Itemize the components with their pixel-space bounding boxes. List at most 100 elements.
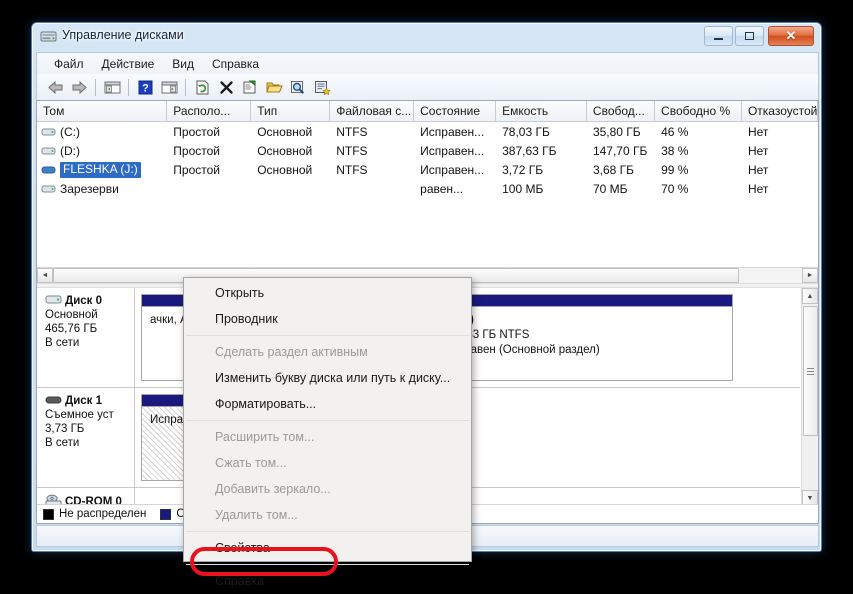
volume-icon	[41, 145, 56, 157]
partition-1-line-2: Исправен (Основной раздел)	[444, 344, 600, 356]
disk-1-line-2: В сети	[45, 437, 80, 449]
cell-capacity: 78,03 ГБ	[502, 124, 550, 139]
toolbar-separator	[128, 78, 129, 96]
ctx-change-drive-letter[interactable]: Изменить букву диска или путь к диску...	[184, 365, 471, 391]
ctx-open[interactable]: Открыть	[184, 280, 471, 306]
hard-disk-icon	[45, 294, 62, 308]
cell-fault-tolerance: Нет	[747, 162, 769, 177]
removable-volume-icon	[41, 164, 56, 176]
menu-file[interactable]: Файл	[45, 55, 93, 73]
menu-bar: Файл Действие Вид Справка	[36, 52, 819, 74]
back-icon[interactable]	[43, 76, 67, 98]
cell-filesystem: NTFS	[336, 143, 368, 158]
scroll-right-icon[interactable]: ►	[802, 268, 818, 283]
legend-primary-partition-swatch	[160, 508, 172, 520]
maximize-button[interactable]	[735, 26, 764, 46]
cell-status: Исправен...	[420, 124, 485, 139]
col-header-free-percent[interactable]: Свободно %	[655, 101, 742, 121]
delete-icon[interactable]	[214, 76, 238, 98]
disk-0-header[interactable]: Диск 0 Основной 465,76 ГБ В сети	[37, 288, 135, 387]
show-hide-action-pane-icon[interactable]	[157, 76, 181, 98]
context-menu-separator	[186, 531, 469, 532]
ctx-help[interactable]: Справка	[184, 568, 471, 594]
table-row[interactable]: (C:) Простой Основной NTFS Исправен... 7…	[37, 122, 818, 141]
cell-free: 70 МБ	[592, 181, 628, 196]
disk-0-line-0: Основной	[45, 309, 98, 321]
help-icon[interactable]: ?	[133, 76, 157, 98]
ctx-mark-partition-active: Сделать раздел активным	[215, 345, 368, 359]
volume-icon	[41, 183, 56, 195]
col-header-fault-tolerance[interactable]: Отказоустойчи	[742, 101, 818, 121]
title-bar[interactable]: Управление дисками ✕	[32, 23, 821, 51]
open-folder-icon[interactable]	[262, 76, 286, 98]
scroll-grip-icon	[807, 367, 814, 375]
show-hide-console-tree-icon[interactable]	[100, 76, 124, 98]
minimize-button[interactable]	[704, 26, 733, 46]
minimize-icon	[705, 27, 732, 45]
context-menu: Открыть Проводник Сделать раздел активны…	[183, 277, 472, 588]
ctx-delete-volume: Удалить том...	[215, 508, 298, 522]
col-header-layout[interactable]: Располо...	[167, 101, 252, 121]
menu-view[interactable]: Вид	[163, 55, 203, 73]
col-header-filesystem[interactable]: Файловая с...	[330, 101, 415, 121]
cell-volume: (C:)	[60, 124, 80, 139]
client-area: Том Располо... Тип Файловая с... Состоян…	[36, 100, 819, 588]
partition-color-bar	[436, 295, 732, 307]
graphic-pane-vertical-scrollbar[interactable]: ▲ ▼	[801, 288, 818, 506]
cell-free: 3,68 ГБ	[592, 162, 634, 177]
column-headers: Том Располо... Тип Файловая с... Состоян…	[37, 101, 818, 122]
context-menu-separator	[186, 420, 469, 421]
ctx-explorer[interactable]: Проводник	[184, 306, 471, 332]
cell-free-percent: 46 %	[661, 124, 689, 139]
cell-free-percent: 38 %	[661, 143, 689, 158]
maximize-icon	[736, 27, 763, 45]
disk-1-line-0: Съемное уст	[45, 409, 114, 421]
col-header-free[interactable]: Свобод...	[587, 101, 656, 121]
ctx-properties[interactable]: Свойства	[184, 535, 471, 561]
cell-layout: Простой	[173, 143, 220, 158]
properties-icon[interactable]	[238, 76, 262, 98]
disk-management-window: Управление дисками ✕ Файл Действие Вид С…	[31, 22, 822, 588]
magnifier-icon[interactable]	[286, 76, 310, 98]
scroll-left-icon[interactable]: ◄	[37, 268, 53, 283]
partition-d[interactable]: (D:) 387,63 ГБ NTFS Исправен (Основной р…	[435, 294, 733, 381]
col-header-type[interactable]: Тип	[251, 101, 331, 121]
toolbar-separator	[95, 78, 96, 96]
refresh-icon[interactable]	[190, 76, 214, 98]
cell-capacity: 387,63 ГБ	[502, 143, 557, 158]
cell-volume: FLESHKA (J:)	[60, 161, 141, 178]
table-row[interactable]: Зарезерви равен... 100 МБ 70 МБ 70 % Нет	[37, 179, 818, 198]
cell-status: Исправен...	[420, 162, 485, 177]
cell-layout: Простой	[173, 124, 220, 139]
disk-0-line-2: В сети	[45, 337, 80, 349]
disk-1-header[interactable]: Диск 1 Съемное уст 3,73 ГБ В сети	[37, 388, 135, 487]
toolbar: ?	[36, 74, 819, 100]
table-row-selected[interactable]: FLESHKA (J:) Простой Основной NTFS Испра…	[37, 160, 818, 179]
cell-fault-tolerance: Нет	[747, 181, 769, 196]
col-header-capacity[interactable]: Емкость	[496, 101, 587, 121]
cell-layout: Простой	[173, 162, 220, 177]
volume-icon	[41, 126, 56, 138]
partition-1-line-1: 387,63 ГБ NTFS	[444, 329, 530, 341]
col-header-volume[interactable]: Том	[37, 101, 168, 121]
col-header-status[interactable]: Состояние	[414, 101, 497, 121]
forward-icon[interactable]	[67, 76, 91, 98]
volume-list: Том Располо... Тип Файловая с... Состоян…	[37, 101, 818, 283]
disk-1-title: Диск 1	[65, 395, 103, 407]
menu-action[interactable]: Действие	[93, 55, 164, 73]
close-button[interactable]: ✕	[768, 26, 814, 46]
ctx-shrink-volume: Сжать том...	[215, 456, 287, 470]
vscroll-thumb[interactable]	[803, 306, 818, 436]
cell-type: Основной	[257, 124, 313, 139]
menu-help[interactable]: Справка	[203, 55, 268, 73]
cell-free-percent: 99 %	[661, 162, 689, 177]
cell-free-percent: 70 %	[661, 181, 689, 196]
scroll-up-icon[interactable]: ▲	[802, 288, 818, 304]
cell-filesystem: NTFS	[336, 124, 368, 139]
ctx-format[interactable]: Форматировать...	[184, 391, 471, 417]
cell-status: Исправен...	[420, 143, 485, 158]
cell-free: 147,70 ГБ	[592, 143, 648, 158]
more-actions-icon[interactable]	[310, 76, 334, 98]
table-row[interactable]: (D:) Простой Основной NTFS Исправен... 3…	[37, 141, 818, 160]
cell-filesystem: NTFS	[336, 162, 368, 177]
